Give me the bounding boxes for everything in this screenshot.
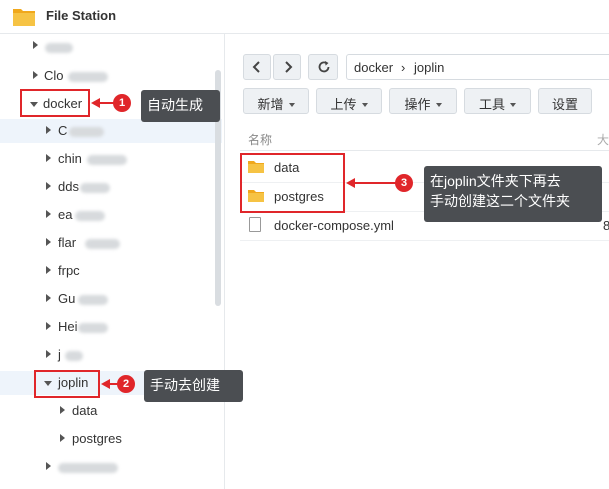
tree-item-flar[interactable]: flar <box>0 231 222 255</box>
settings-button[interactable]: 设置 <box>538 88 592 114</box>
tree-item-frpc[interactable]: frpc <box>0 259 222 283</box>
step-badge-2: 2 <box>117 375 135 393</box>
blurred-text <box>87 155 127 165</box>
tree-item-label: dds <box>58 179 79 194</box>
expand-arrow-icon[interactable] <box>46 238 51 246</box>
tree-item-label: j <box>58 347 61 362</box>
tree-item-joplin-data[interactable]: data <box>0 399 222 423</box>
forward-button[interactable] <box>273 54 301 80</box>
expand-arrow-icon[interactable] <box>46 182 51 190</box>
tree-item-label: Hei <box>58 319 78 334</box>
new-button-label: 新增 <box>257 97 284 112</box>
action-button[interactable]: 操作 <box>389 88 457 114</box>
tree-item-j[interactable]: j <box>0 343 222 367</box>
folder-icon <box>13 9 35 26</box>
step-badge-1: 1 <box>113 94 131 112</box>
highlight-box-joplin <box>34 370 100 398</box>
expand-arrow-icon[interactable] <box>46 322 51 330</box>
caret-down-icon <box>510 103 516 107</box>
expand-arrow-icon[interactable] <box>46 294 51 302</box>
tree-item-dds[interactable]: dds <box>0 175 222 199</box>
expand-arrow-icon[interactable] <box>46 126 51 134</box>
settings-button-label: 设置 <box>551 97 578 112</box>
action-button-label: 操作 <box>404 97 431 112</box>
upload-button[interactable]: 上传 <box>316 88 382 114</box>
callout-manual-create: 手动去创建 <box>144 370 243 402</box>
caret-down-icon <box>288 103 295 107</box>
file-size: 8 <box>603 218 609 233</box>
tree-item-label: postgres <box>72 431 122 446</box>
expand-arrow-icon[interactable] <box>46 350 51 358</box>
tools-button[interactable]: 工具 <box>464 88 531 114</box>
refresh-button[interactable] <box>308 54 338 80</box>
list-header: 名称 大 <box>240 124 609 151</box>
caret-down-icon <box>435 103 442 107</box>
tree-item-clo[interactable]: Clo <box>0 64 222 88</box>
tree-item-hei[interactable]: Hei <box>0 315 222 339</box>
callout-auto-generated: 自动生成 <box>141 90 220 122</box>
tree-item-label: frpc <box>58 263 80 278</box>
tree-item-label: Gu <box>58 291 76 306</box>
tree-item-hidden-bottom[interactable] <box>0 455 222 479</box>
expand-arrow-icon[interactable] <box>46 210 51 218</box>
highlight-box-subfolders <box>240 153 345 213</box>
blurred-text <box>68 72 108 82</box>
column-name-header[interactable]: 名称 <box>248 131 272 148</box>
path-segment[interactable]: joplin <box>414 60 444 75</box>
blurred-text <box>45 43 73 53</box>
blurred-text <box>85 239 120 249</box>
expand-arrow-icon[interactable] <box>46 462 51 470</box>
blurred-text <box>80 183 110 193</box>
expand-arrow-icon[interactable] <box>46 266 51 274</box>
expand-arrow-icon[interactable] <box>33 71 38 79</box>
blurred-text <box>78 295 108 305</box>
tree-item-label: Clo <box>44 68 64 83</box>
tree-item-joplin-postgres[interactable]: postgres <box>0 427 222 451</box>
callout-line: 在joplin文件夹下再去 <box>430 173 561 189</box>
blurred-text <box>69 127 104 137</box>
highlight-box-docker <box>20 89 90 117</box>
tree-item-gu[interactable]: Gu <box>0 287 222 311</box>
callout-create-subfolders: 在joplin文件夹下再去 手动创建这二个文件夹 <box>424 166 602 222</box>
chevron-left-icon <box>252 61 260 73</box>
tree-item-chin[interactable]: chin <box>0 147 222 171</box>
refresh-icon <box>318 61 330 73</box>
blurred-text <box>65 351 83 361</box>
back-button[interactable] <box>243 54 271 80</box>
title-bar: File Station <box>0 0 609 34</box>
tools-button-label: 工具 <box>478 97 505 112</box>
expand-arrow-icon[interactable] <box>33 41 38 49</box>
path-bar[interactable]: docker › joplin <box>346 54 609 80</box>
new-button[interactable]: 新增 <box>243 88 309 114</box>
path-separator: › <box>401 60 406 75</box>
chevron-right-icon <box>285 61 293 73</box>
expand-arrow-icon[interactable] <box>60 434 65 442</box>
tree-item-label: flar <box>58 235 77 250</box>
upload-button-label: 上传 <box>330 97 357 112</box>
path-segment[interactable]: docker <box>354 60 393 75</box>
blurred-text <box>78 323 108 333</box>
file-icon <box>249 217 261 232</box>
caret-down-icon <box>361 103 368 107</box>
blurred-text <box>58 463 118 473</box>
tree-item-ea[interactable]: ea <box>0 203 222 227</box>
tree-item-label: chin <box>58 151 82 166</box>
app-title: File Station <box>46 8 117 23</box>
blurred-text <box>75 211 105 221</box>
tree-item-hidden-top[interactable] <box>0 36 222 60</box>
expand-arrow-icon[interactable] <box>46 154 51 162</box>
tree-item-label: ea <box>58 207 73 222</box>
file-name: docker-compose.yml <box>274 218 394 233</box>
arrow-line <box>353 182 396 184</box>
expand-arrow-icon[interactable] <box>60 406 65 414</box>
column-size-header[interactable]: 大 <box>597 131 609 148</box>
tree-item-c[interactable]: C <box>0 119 222 143</box>
callout-line: 手动创建这二个文件夹 <box>430 193 570 209</box>
tree-item-label: C <box>58 123 68 138</box>
tree-item-label: data <box>72 403 98 418</box>
arrow-line <box>98 102 114 104</box>
step-badge-3: 3 <box>395 174 413 192</box>
